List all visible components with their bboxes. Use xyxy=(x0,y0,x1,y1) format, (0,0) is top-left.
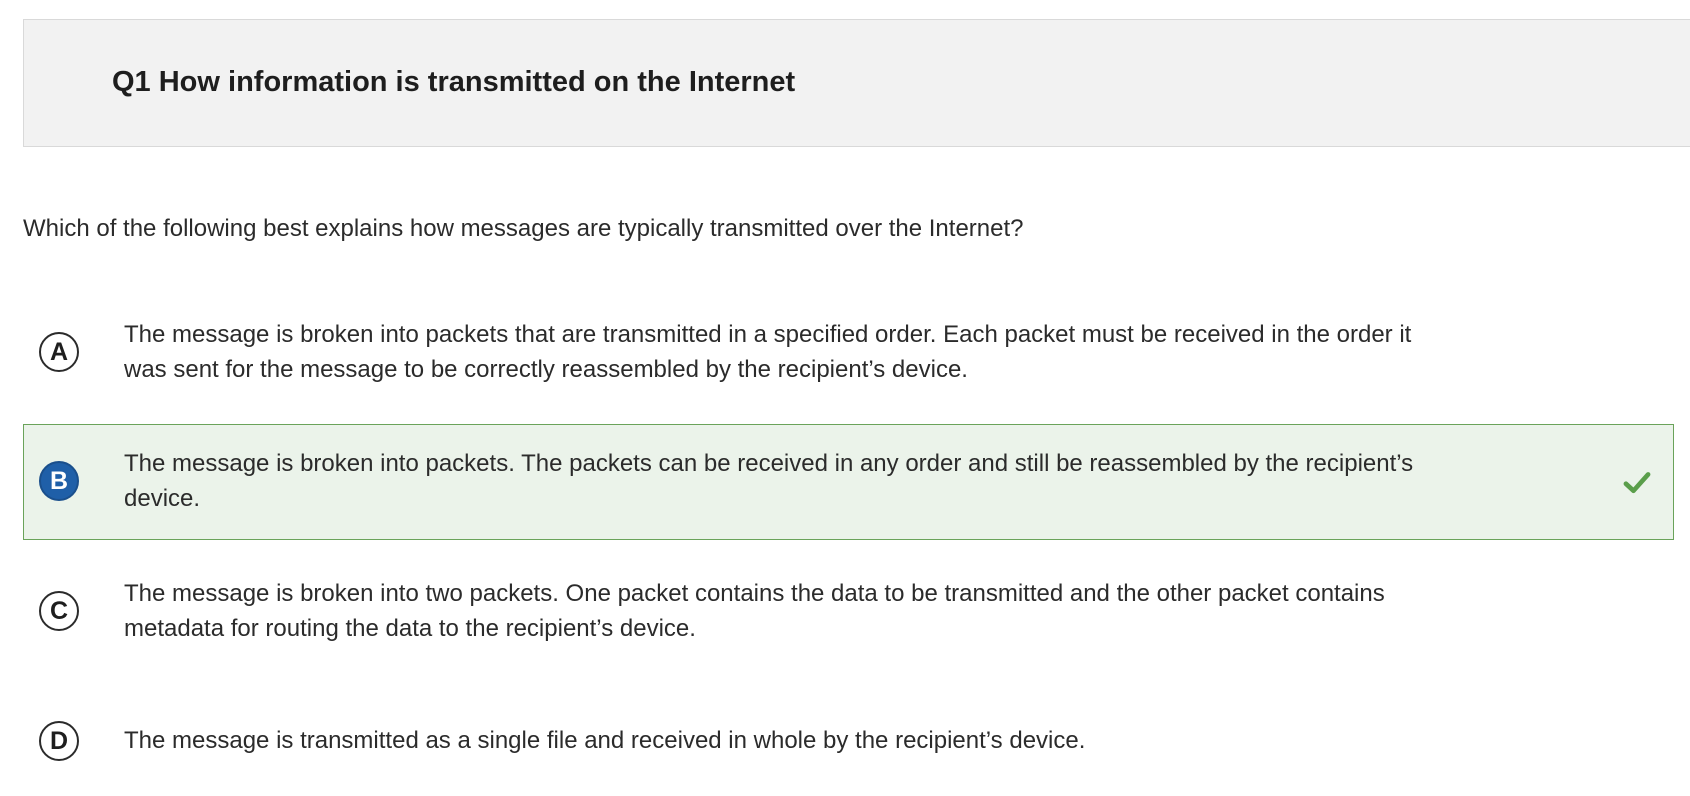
choice-text-a: The message is broken into packets that … xyxy=(124,321,1412,383)
question-prompt: Which of the following best explains how… xyxy=(23,215,1024,242)
answer-choice-b[interactable]: B The message is broken into packets. Th… xyxy=(23,424,1674,540)
answer-choice-d[interactable]: D The message is transmitted as a single… xyxy=(23,714,1674,776)
choice-letter-d[interactable]: D xyxy=(39,721,79,761)
choice-letter-c[interactable]: C xyxy=(39,591,79,631)
question-title: Q1 How information is transmitted on the… xyxy=(112,66,796,98)
choice-letter-b[interactable]: B xyxy=(39,461,79,501)
choice-text-c: The message is broken into two packets. … xyxy=(124,580,1385,642)
answer-choice-c[interactable]: C The message is broken into two packets… xyxy=(23,570,1674,670)
checkmark-icon xyxy=(1623,472,1651,494)
question-header: Q1 How information is transmitted on the… xyxy=(23,19,1690,147)
choice-text-b: The message is broken into packets. The … xyxy=(124,450,1414,512)
choice-text-d: The message is transmitted as a single f… xyxy=(124,727,1086,754)
choice-letter-a[interactable]: A xyxy=(39,332,79,372)
answer-choice-a[interactable]: A The message is broken into packets tha… xyxy=(23,310,1674,398)
